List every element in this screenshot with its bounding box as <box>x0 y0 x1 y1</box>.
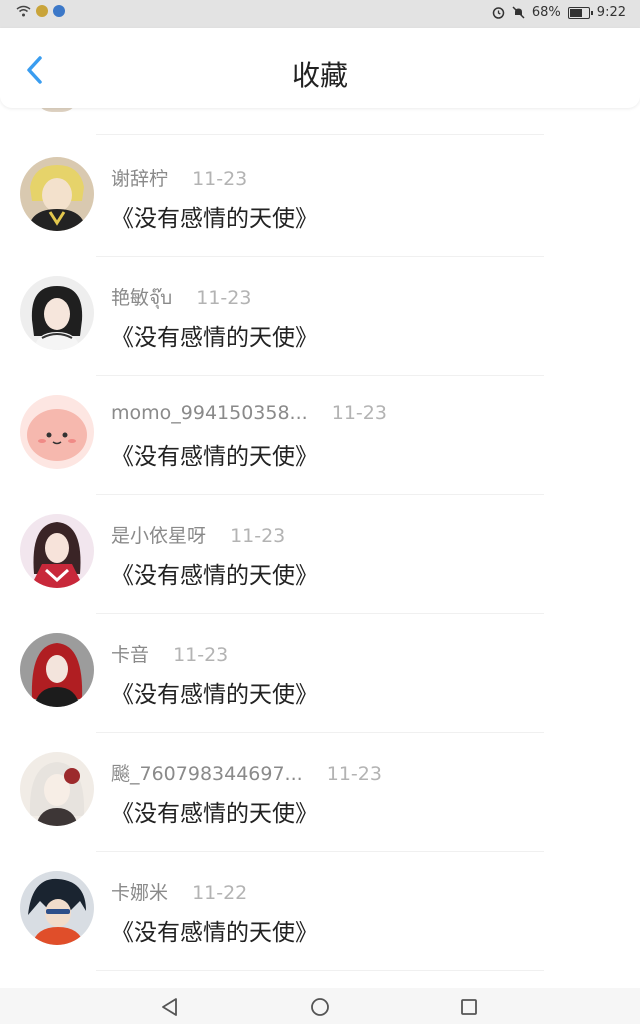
status-bar: 68% 9:22 <box>0 0 640 28</box>
work-title[interactable]: 《没有感情的天使》 <box>111 318 318 352</box>
avatar[interactable] <box>20 871 94 945</box>
app-header: 收藏 <box>0 28 640 108</box>
page-title: 收藏 <box>291 59 348 92</box>
recents-square-icon[interactable] <box>458 996 480 1018</box>
battery-icon <box>567 6 593 19</box>
username[interactable]: 艳敏จุ๊บ <box>111 287 172 309</box>
status-left-icons <box>16 5 65 17</box>
work-title[interactable]: 《没有感情的天使》 <box>111 437 318 471</box>
favorites-list: 谢辞柠 11-23 《没有感情的天使》 艳敏จุ๊บ 11-23 《没有感情的天… <box>0 138 640 971</box>
avatar[interactable] <box>20 276 94 350</box>
username[interactable]: 卡音 <box>111 644 149 666</box>
battery-percent: 68% <box>531 5 561 20</box>
list-item[interactable]: 艳敏จุ๊บ 11-23 《没有感情的天使》 <box>0 257 640 376</box>
divider <box>96 134 544 135</box>
username[interactable]: momo_994150358... <box>111 402 308 424</box>
list-item[interactable]: 是小依星呀 11-23 《没有感情的天使》 <box>0 495 640 614</box>
item-date: 11-23 <box>230 525 286 547</box>
username[interactable]: 飈_760798344697... <box>111 763 303 785</box>
list-item[interactable]: 卡音 11-23 《没有感情的天使》 <box>0 614 640 733</box>
mute-icon <box>512 6 525 19</box>
item-meta: 谢辞柠 11-23 <box>111 164 247 191</box>
item-meta: 卡娜米 11-22 <box>111 878 247 905</box>
item-date: 11-23 <box>326 763 382 785</box>
work-title[interactable]: 《没有感情的天使》 <box>111 199 318 233</box>
app-notification-icon-2 <box>53 5 65 17</box>
app-notification-icon <box>36 5 48 17</box>
item-meta: 是小依星呀 11-23 <box>111 521 285 548</box>
avatar[interactable] <box>20 514 94 588</box>
item-date: 11-23 <box>173 644 229 666</box>
back-triangle-icon[interactable] <box>159 996 181 1018</box>
item-date: 11-23 <box>192 168 248 190</box>
work-title[interactable]: 《没有感情的天使》 <box>111 794 318 828</box>
item-meta: 艳敏จุ๊บ 11-23 <box>111 283 251 313</box>
avatar[interactable] <box>20 633 94 707</box>
username[interactable]: 是小依星呀 <box>111 525 206 547</box>
item-meta: momo_994150358... 11-23 <box>111 402 387 424</box>
home-circle-icon[interactable] <box>309 996 331 1018</box>
username[interactable]: 谢辞柠 <box>111 168 168 190</box>
list-item[interactable]: 谢辞柠 11-23 《没有感情的天使》 <box>0 138 640 257</box>
item-date: 11-22 <box>192 882 248 904</box>
username[interactable]: 卡娜米 <box>111 882 168 904</box>
wifi-icon <box>16 5 31 17</box>
avatar[interactable] <box>20 157 94 231</box>
alarm-icon <box>492 7 505 19</box>
item-date: 11-23 <box>331 402 387 424</box>
avatar[interactable] <box>20 752 94 826</box>
status-time: 9:22 <box>596 5 626 20</box>
status-right-icons: 68% 9:22 <box>492 5 626 20</box>
work-title[interactable]: 《没有感情的天使》 <box>111 675 318 709</box>
system-nav-bar <box>0 988 640 1024</box>
list-item[interactable]: momo_994150358... 11-23 《没有感情的天使》 <box>0 376 640 495</box>
list-item[interactable]: 飈_760798344697... 11-23 《没有感情的天使》 <box>0 733 640 852</box>
item-date: 11-23 <box>196 287 252 309</box>
list-item[interactable]: 卡娜米 11-22 《没有感情的天使》 <box>0 852 640 971</box>
work-title[interactable]: 《没有感情的天使》 <box>111 913 318 947</box>
work-title[interactable]: 《没有感情的天使》 <box>111 556 318 590</box>
item-meta: 卡音 11-23 <box>111 640 228 667</box>
item-meta: 飈_760798344697... 11-23 <box>111 759 382 786</box>
divider <box>96 970 544 971</box>
avatar[interactable] <box>20 395 94 469</box>
